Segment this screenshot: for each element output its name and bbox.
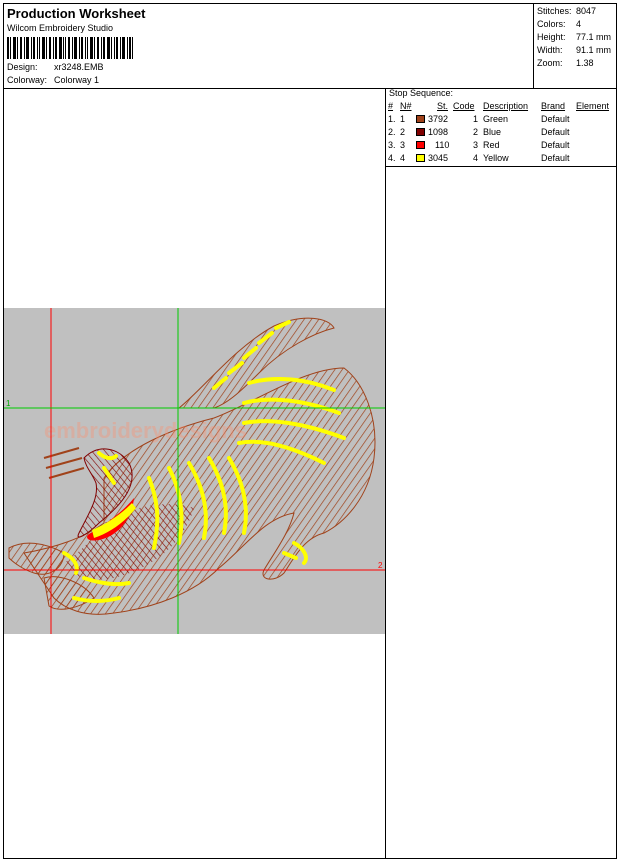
col-header-brand: Brand bbox=[541, 101, 566, 111]
row-stitches: 3792 bbox=[428, 114, 449, 124]
stat-label: Stitches: bbox=[537, 6, 572, 16]
col-header-description: Description bbox=[483, 101, 529, 111]
guide-marker-2: 2 bbox=[378, 561, 383, 570]
stat-width: Width: 91.1 mm bbox=[537, 45, 611, 55]
color-swatch bbox=[416, 115, 425, 123]
row-num: 3. bbox=[388, 140, 396, 150]
row-num: 4. bbox=[388, 153, 396, 163]
worksheet-header: Production Worksheet Wilcom Embroidery S… bbox=[3, 3, 617, 89]
row-brand: Default bbox=[541, 140, 570, 150]
colorway-label: Colorway: bbox=[7, 75, 48, 85]
col-header-n: N# bbox=[400, 101, 412, 111]
row-num: 1. bbox=[388, 114, 396, 124]
stop-sequence-divider bbox=[386, 166, 617, 167]
row-description: Red bbox=[483, 140, 500, 150]
row-description: Blue bbox=[483, 127, 502, 137]
barcode-image bbox=[7, 37, 133, 59]
row-code: 3 bbox=[473, 140, 479, 150]
stat-value: 4 bbox=[576, 19, 582, 29]
col-header-code: Code bbox=[453, 101, 475, 111]
stat-label: Height: bbox=[537, 32, 566, 42]
row-code: 1 bbox=[473, 114, 479, 124]
row-n: 1 bbox=[400, 114, 406, 124]
row-stitches: 110 bbox=[435, 140, 450, 150]
stat-height: Height: 77.1 mm bbox=[537, 32, 611, 42]
row-brand: Default bbox=[541, 114, 570, 124]
stat-label: Width: bbox=[537, 45, 563, 55]
row-stitches: 3045 bbox=[428, 153, 449, 163]
page-title: Production Worksheet bbox=[7, 6, 146, 21]
stat-colors: Colors: 4 bbox=[537, 19, 581, 29]
stat-stitches: Stitches: 8047 bbox=[537, 6, 596, 16]
colorway-value: Colorway 1 bbox=[54, 75, 100, 85]
row-num: 2. bbox=[388, 127, 396, 137]
col-header-num: # bbox=[388, 101, 394, 111]
color-swatch bbox=[416, 141, 425, 149]
design-label: Design: bbox=[7, 62, 38, 72]
column-divider bbox=[385, 88, 386, 859]
stat-label: Zoom: bbox=[537, 58, 563, 68]
design-value: xr3248.EMB bbox=[54, 62, 104, 72]
stat-value: 77.1 mm bbox=[576, 32, 612, 42]
col-header-st: St. bbox=[437, 101, 449, 111]
col-header-element: Element bbox=[576, 101, 610, 111]
stat-label: Colors: bbox=[537, 19, 566, 29]
app-name: Wilcom Embroidery Studio bbox=[7, 23, 114, 33]
stat-zoom: Zoom: 1.38 bbox=[537, 58, 594, 68]
row-n: 4 bbox=[400, 153, 406, 163]
design-preview: embroiderydesigns 1 2 bbox=[4, 308, 385, 634]
embroidery-design-image: embroiderydesigns 1 2 bbox=[4, 308, 385, 634]
stat-value: 91.1 mm bbox=[576, 45, 612, 55]
stat-value: 8047 bbox=[576, 6, 597, 16]
stat-value: 1.38 bbox=[576, 58, 594, 68]
row-n: 2 bbox=[400, 127, 406, 137]
row-code: 2 bbox=[473, 127, 479, 137]
watermark-text: embroiderydesigns bbox=[44, 418, 247, 443]
row-stitches: 1098 bbox=[428, 127, 449, 137]
row-description: Yellow bbox=[483, 153, 509, 163]
color-swatch bbox=[416, 154, 425, 162]
guide-marker-1: 1 bbox=[6, 399, 11, 408]
stop-sequence-title: Stop Sequence: bbox=[389, 88, 454, 98]
row-brand: Default bbox=[541, 127, 570, 137]
stats-panel: Stitches: 8047 Colors: 4 Height: 77.1 mm… bbox=[533, 3, 618, 88]
row-code: 4 bbox=[473, 153, 479, 163]
row-description: Green bbox=[483, 114, 509, 124]
row-n: 3 bbox=[400, 140, 406, 150]
row-brand: Default bbox=[541, 153, 570, 163]
color-swatch bbox=[416, 128, 425, 136]
